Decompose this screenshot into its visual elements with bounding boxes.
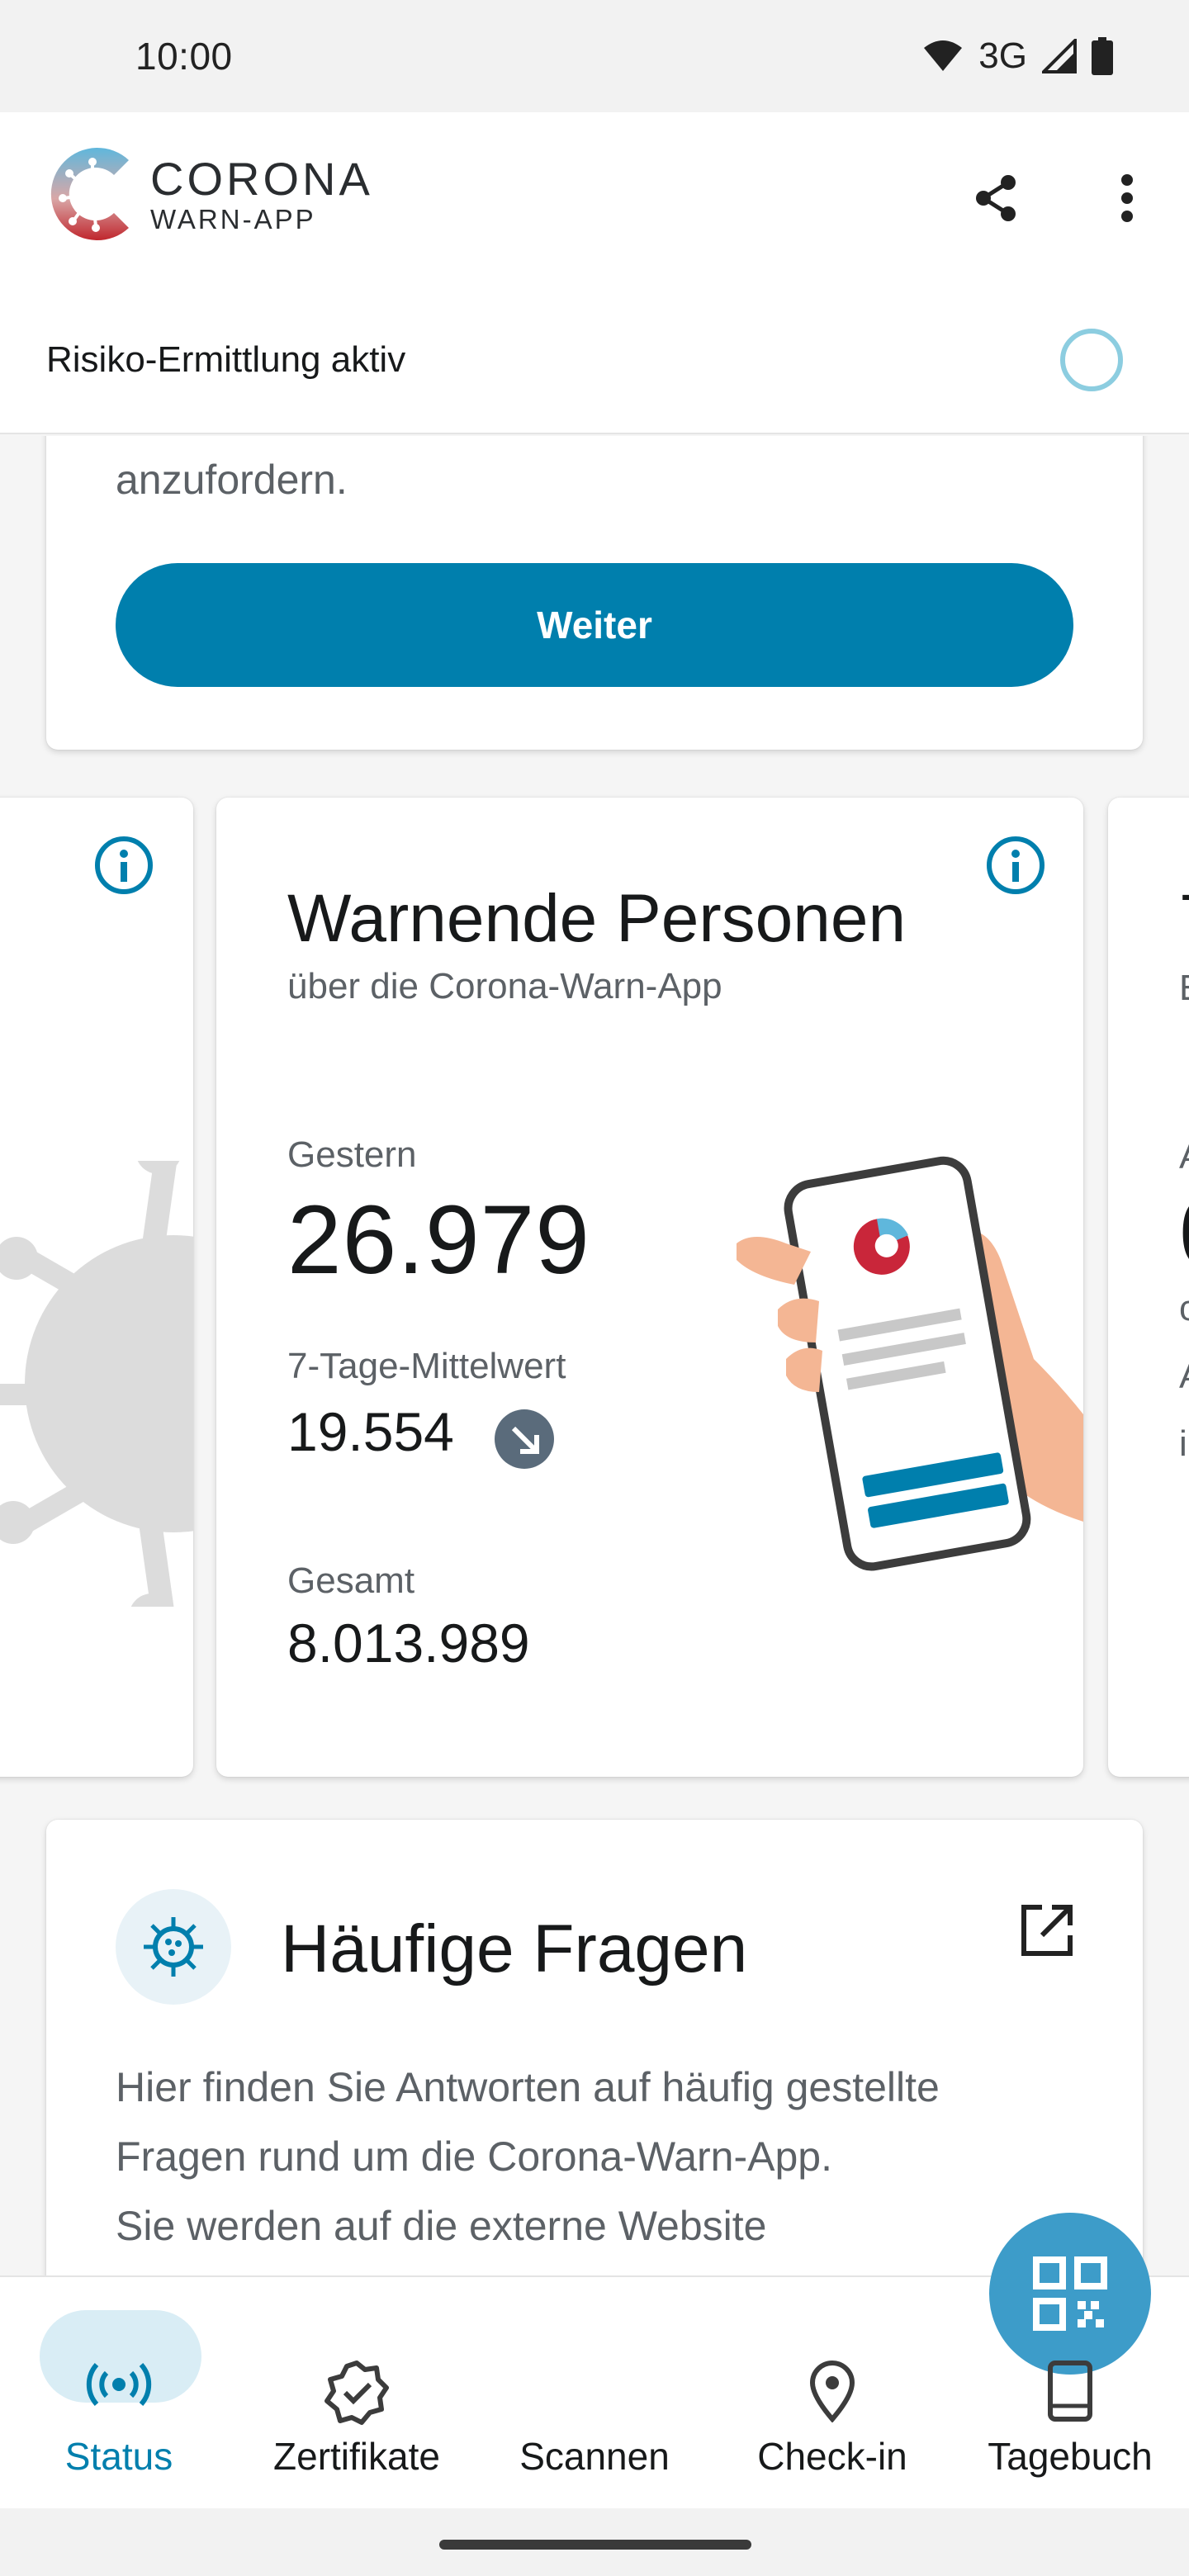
faq-line: Hier finden Sie Antworten auf häufig ges…: [116, 2064, 940, 2110]
corona-logo-icon: [50, 148, 129, 240]
faq-card[interactable]: Häufige Fragen Hier finden Sie Antworten…: [46, 1820, 1143, 2275]
next-card-line: i: [1179, 1423, 1187, 1464]
status-time: 10:00: [135, 35, 233, 78]
loading-spinner-icon: [1060, 329, 1123, 391]
nav-status[interactable]: Status: [0, 2277, 238, 2510]
battery-icon: [1092, 37, 1113, 75]
total-label: Gesamt: [287, 1560, 415, 1601]
more-options-button[interactable]: [1098, 165, 1156, 231]
wifi-icon: [924, 40, 963, 71]
nav-certificates-label: Zertifikate: [273, 2435, 440, 2478]
external-link-icon[interactable]: [1019, 1902, 1075, 1958]
status-icons: 3G: [922, 36, 1113, 77]
next-card-subtitle: E: [1179, 968, 1189, 1009]
faq-icon-container: [116, 1889, 231, 2005]
next-card-line: c: [1179, 1288, 1189, 1328]
continue-button[interactable]: Weiter: [116, 563, 1073, 687]
stat-card-next[interactable]: 7 E A 0 c A i: [1108, 798, 1189, 1777]
nav-checkin-label: Check-in: [757, 2435, 907, 2478]
trend-down-icon: [495, 1409, 554, 1469]
yesterday-value: 26.979: [287, 1186, 590, 1295]
home-indicator[interactable]: [439, 2540, 751, 2550]
next-card-value: 0: [1179, 1177, 1189, 1290]
nav-status-label: Status: [64, 2435, 173, 2478]
info-icon[interactable]: [92, 834, 155, 897]
faq-title: Häufige Fragen: [281, 1911, 748, 1986]
system-status-bar: 10:00 3G: [0, 0, 1189, 112]
nav-certificates[interactable]: Zertifikate: [238, 2277, 476, 2510]
nav-scan[interactable]: Scannen: [476, 2213, 1151, 2510]
risk-detection-row[interactable]: Risiko-Ermittlung aktiv: [46, 319, 1123, 401]
info-icon[interactable]: [984, 834, 1047, 897]
virus-icon: [144, 1917, 203, 1977]
next-card-title: 7: [1179, 880, 1189, 958]
logo-title: CORONA: [150, 152, 373, 205]
bottom-navigation: Status Zertifikate Scannen Check-in Tage…: [0, 2213, 1189, 2510]
app-header: CORONA WARN-APP Risiko-Ermittlung aktiv: [0, 112, 1189, 434]
app-logo: CORONA WARN-APP: [46, 140, 373, 248]
faq-line: Fragen rund um die Corona-Warn-App.: [116, 2133, 832, 2180]
stat-subtitle: über die Corona-Warn-App: [287, 966, 722, 1006]
book-icon: [1048, 2361, 1092, 2422]
test-card-text: anzufordern.: [116, 457, 348, 503]
share-icon: [976, 175, 1016, 221]
nav-scan-label: Scannen: [519, 2435, 670, 2478]
nav-diary[interactable]: Tagebuch: [951, 2277, 1189, 2510]
stat-title: Warnende Personen: [287, 881, 907, 956]
yesterday-label: Gestern: [287, 1134, 417, 1175]
more-vertical-icon: [1121, 174, 1133, 222]
next-card-label: A: [1179, 1136, 1189, 1177]
faq-description: Hier finden Sie Antworten auf häufig ges…: [116, 2053, 1106, 2261]
nav-checkin[interactable]: Check-in: [713, 2277, 951, 2510]
logo-subtitle: WARN-APP: [150, 203, 316, 234]
test-card: anzufordern. Weiter: [46, 436, 1143, 750]
stat-card-previous[interactable]: [0, 798, 193, 1777]
radar-icon: [86, 2363, 152, 2406]
system-navigation-bar: [0, 2508, 1189, 2576]
stat-card-warning-persons[interactable]: Warnende Personen über die Corona-Warn-A…: [216, 798, 1083, 1777]
virus-illustration-icon: [0, 1161, 193, 1607]
phone-in-hand-illustration-icon: [737, 1156, 1083, 1571]
signal-icon: [1042, 39, 1077, 73]
seven-day-average-label: 7-Tage-Mittelwert: [287, 1346, 566, 1386]
nav-diary-label: Tagebuch: [988, 2435, 1153, 2478]
network-type: 3G: [978, 36, 1027, 76]
next-card-line: A: [1179, 1356, 1189, 1397]
share-button[interactable]: [963, 165, 1029, 231]
seven-day-average-value: 19.554: [287, 1401, 454, 1462]
home-content[interactable]: anzufordern. Weiter Warnende Personen üb…: [0, 436, 1189, 2275]
faq-line: Sie werden auf die externe Website: [116, 2203, 767, 2249]
location-pin-icon: [809, 2361, 855, 2422]
certificate-icon: [324, 2361, 389, 2425]
risk-status-label: Risiko-Ermittlung aktiv: [46, 339, 406, 380]
total-value: 8.013.989: [287, 1612, 530, 1674]
